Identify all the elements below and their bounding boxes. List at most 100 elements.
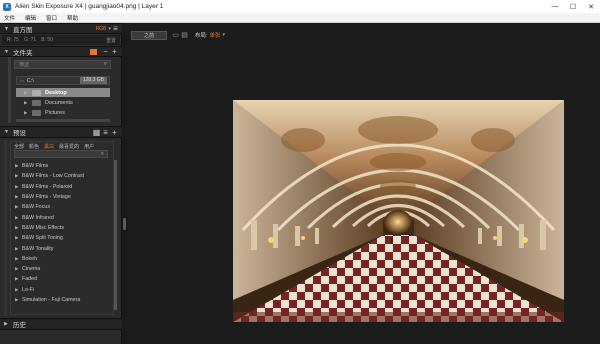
tab-all[interactable]: 全部 [14,143,24,150]
expand-arrow-icon[interactable]: ▶ [15,256,22,262]
drive-size: 128.3 GB [79,77,107,84]
preset-group[interactable]: ▶ Faded [14,274,111,284]
expand-arrow-icon[interactable]: ▶ [15,204,22,210]
history-title: 历史 [13,322,26,329]
menu-edit[interactable]: 编辑 [25,14,36,22]
window-controls: — ☐ ✕ [546,0,600,13]
close-button[interactable]: ✕ [582,0,600,13]
tab-color[interactable]: 颜色 [29,143,39,150]
expand-arrow-icon[interactable]: ▶ [24,110,32,116]
preset-label: Simulation - Fuji Camera [22,297,81,303]
presets-title: 预设 [13,130,26,137]
tab-bw[interactable]: 黑白 [44,143,54,150]
expand-arrow-icon[interactable]: ▶ [15,276,22,282]
expand-arrow-icon[interactable]: ▶ [15,194,22,200]
expand-arrow-icon[interactable]: ▶ [24,90,32,96]
title-bar: X Alien Skin Exposure X4 | guangjiao04.p… [0,0,600,13]
layout-value[interactable]: 单张 [210,31,221,39]
preset-label: B&W Films - Polaroid [22,183,73,190]
histogram-mode[interactable]: RGB [96,26,107,32]
preset-group[interactable]: ▶ Lo-Fi [14,285,111,295]
collapse-arrow-icon[interactable]: ▼ [4,129,10,135]
folder-label: Documents [45,99,73,106]
add-preset-icon[interactable]: + [110,128,119,137]
folder-item-documents[interactable]: ▶ Documents [16,98,110,107]
expand-arrow-icon[interactable]: ▶ [15,225,22,231]
divider-grip-icon[interactable] [123,218,126,230]
preset-label: Bokeh [22,255,38,262]
drive-row[interactable]: ▭ C:\ 128.3 GB [16,76,110,85]
green-value: G: 71 [23,37,37,43]
menu-window[interactable]: 窗口 [46,14,57,22]
preset-label: B&W Split Toning [22,235,63,242]
histogram-menu-icon[interactable]: ≡ [111,24,120,33]
preset-group[interactable]: ▶ Simulation - Fuji Camera [14,295,111,305]
preset-group[interactable]: ▶ Bokeh [14,254,111,264]
maximize-button[interactable]: ☐ [564,0,582,13]
folder-search-input[interactable]: 筛选 ⌕ [14,60,111,69]
histogram-header[interactable]: ▼ 直方图 RGB ▾ ≡ [0,23,122,34]
expand-arrow-icon[interactable]: ▶ [15,184,22,190]
expand-arrow-icon[interactable]: ▶ [15,173,22,179]
blue-value: B: 50 [41,37,53,43]
list-view-icon[interactable]: ≡ [101,128,110,137]
minus-icon[interactable]: − [101,47,110,56]
reset-button[interactable]: 重置 [106,37,116,44]
menu-help[interactable]: 帮助 [67,14,78,22]
menu-file[interactable]: 文件 [4,14,15,22]
image-preview[interactable] [233,100,564,322]
folder-icon [32,99,41,106]
add-folder-icon[interactable] [90,48,97,55]
preset-outer-scrollbar[interactable] [4,140,7,316]
preset-search-input[interactable]: ⌕ [14,150,108,158]
preset-group[interactable]: ▶ B&W Films - Vintage [14,192,111,202]
expand-arrow-icon[interactable]: ▶ [24,100,32,106]
folder-search-placeholder: 筛选 [19,62,30,68]
expand-arrow-icon[interactable]: ▶ [15,266,22,272]
folder-scrollbar[interactable] [8,57,11,123]
collapse-arrow-icon[interactable]: ▼ [4,49,10,55]
preset-label: Lo-Fi [22,286,35,293]
preset-label: B&W Misc Effects [22,224,64,231]
expand-arrow-icon[interactable]: ▶ [15,297,22,303]
split-view-icon[interactable]: ▤ [180,31,189,39]
expand-arrow-icon[interactable]: ▶ [15,215,22,221]
folder-icon [32,109,41,116]
preset-group[interactable]: ▶ B&W Films - Low Contrast [14,171,111,181]
grid-view-icon[interactable]: ▦ [92,128,101,137]
histogram-values: R: 75 G: 71 B: 50 重置 [2,35,120,45]
preset-group[interactable]: ▶ B&W Infrared [14,212,111,222]
plus-icon[interactable]: + [110,47,119,56]
collapse-arrow-icon[interactable]: ▼ [4,26,10,32]
folder-hscrollbar[interactable] [16,119,110,122]
folders-header[interactable]: ▼ 文件夹 − + [0,46,122,57]
expand-arrow-icon[interactable]: ▶ [15,287,22,293]
expand-arrow-icon[interactable]: ▶ [15,246,22,252]
folder-item-desktop[interactable]: ▶ Desktop [16,88,110,97]
history-header[interactable]: ▶ 历史 [0,318,122,330]
preset-tabs: 全部 颜色 黑白 最喜爱的 用户 [14,142,114,150]
preset-label: Cinema [22,266,41,273]
preset-group[interactable]: ▶ B&W Films [14,161,111,171]
drive-name: C:\ [26,77,34,84]
minimize-button[interactable]: — [546,0,564,13]
expand-arrow-icon[interactable]: ▶ [15,235,22,241]
preset-group[interactable]: ▶ B&W Tonality [14,243,111,253]
folder-item-pictures[interactable]: ▶ Pictures [16,108,110,117]
dropdown-icon[interactable]: ▾ [223,32,226,38]
preset-group[interactable]: ▶ B&W Misc Effects [14,223,111,233]
expand-arrow-icon[interactable]: ▶ [15,163,22,169]
window-title: Alien Skin Exposure X4 | guangjiao04.png… [15,3,164,10]
preset-scrollbar[interactable] [114,160,117,310]
compare-icon[interactable]: ▭ [171,31,180,39]
tab-favorites[interactable]: 最喜爱的 [59,143,79,150]
preset-group[interactable]: ▶ B&W Focus [14,202,111,212]
preset-group[interactable]: ▶ B&W Films - Polaroid [14,182,111,192]
preset-group[interactable]: ▶ B&W Split Toning [14,233,111,243]
tab-user[interactable]: 用户 [84,143,94,150]
before-button[interactable]: 之前 [131,30,167,40]
presets-header[interactable]: ▼ 预设 ▦ ≡ + [0,126,122,138]
preset-group[interactable]: ▶ Cinema [14,264,111,274]
expand-arrow-icon[interactable]: ▶ [4,321,10,327]
red-value: R: 75 [7,37,19,43]
